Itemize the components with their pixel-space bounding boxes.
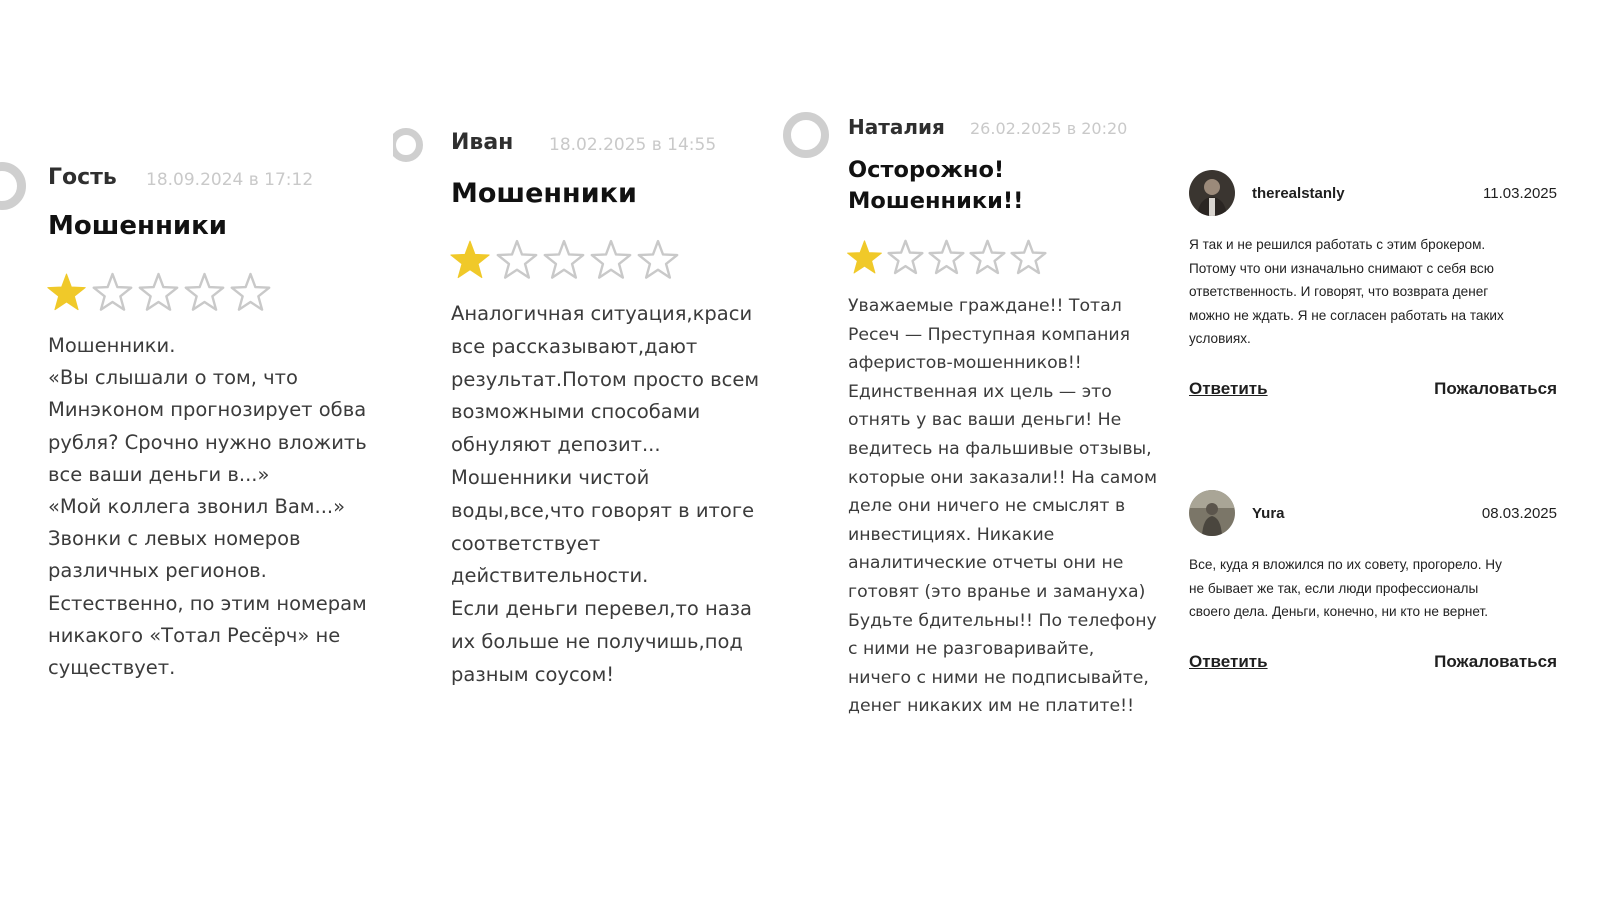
review-card-ivan: Иван 18.02.2025 в 14:55 Мошенники Аналог…	[393, 118, 783, 708]
star-filled-icon	[450, 240, 490, 279]
star-empty-icon	[496, 239, 538, 279]
comment-text-line: не бывает же так, если люди профессионал…	[1189, 580, 1479, 596]
review-author: Наталия	[848, 115, 945, 139]
review-body-line: деле они ничего не смыслят в	[848, 496, 1126, 517]
star-empty-icon	[230, 272, 271, 311]
comment-text: Все, куда я вложился по их совету, прого…	[1189, 553, 1502, 624]
review-body-line: «Вы слышали о том, что	[48, 366, 298, 390]
review-body-line: ведитесь на фальшивые отзывы,	[848, 438, 1152, 459]
star-empty-icon	[543, 239, 585, 279]
review-body-line: действительности.	[451, 564, 649, 588]
review-body-line: Мошенники.	[48, 334, 176, 357]
review-date: 18.02.2025 в 14:55	[549, 135, 717, 155]
comment-text: Я так и не решился работать с этим броке…	[1189, 233, 1504, 351]
avatar-placeholder-icon	[0, 162, 26, 210]
report-button[interactable]: Пожаловаться	[1434, 652, 1557, 672]
review-body-line: Аналогичная ситуация,краси	[451, 302, 753, 325]
comment-username[interactable]: Yura	[1252, 505, 1285, 522]
review-body-line: никакого «Тотал Ресёрч» не	[48, 623, 341, 647]
star-empty-icon	[969, 239, 1006, 275]
review-body-line: возможными способами	[451, 400, 701, 424]
review-title: Мошенники	[48, 211, 227, 241]
comment-date: 11.03.2025	[1483, 185, 1557, 202]
rating-stars	[449, 239, 679, 281]
comment-text-line: ответственность. И говорят, что возврата…	[1189, 284, 1489, 299]
review-body-line: их больше не получишь,под	[451, 629, 743, 653]
star-empty-icon	[590, 239, 632, 279]
review-body-line: денег никаких им не платите!!	[848, 696, 1135, 717]
review-body-line: все ваши деньги в...»	[48, 462, 270, 486]
star-empty-icon	[887, 239, 924, 275]
review-body-line: разным соусом!	[451, 662, 615, 686]
review-body-line: с ними не разговаривайте,	[848, 639, 1095, 660]
review-body-line: Ресеч — Преступная компания	[848, 324, 1130, 345]
rating-stars	[46, 272, 271, 313]
star-empty-icon	[1010, 239, 1047, 275]
avatar-placeholder-icon	[393, 128, 423, 162]
review-body-line: Если деньги перевел,то наза	[451, 597, 752, 621]
star-empty-icon	[92, 272, 133, 311]
user-avatar[interactable]	[1189, 490, 1235, 536]
review-body-line: существует.	[48, 656, 176, 680]
review-body-line: «Мой коллега звонил Вам...»	[48, 495, 346, 519]
review-body-line: которые они заказали!! На самом	[848, 467, 1158, 488]
comment-username[interactable]: therealstanly	[1252, 185, 1345, 202]
avatar-placeholder-icon	[783, 112, 829, 158]
review-body-line: аналитические отчеты они не	[848, 553, 1124, 574]
review-body-line: аферистов-мошенников!!	[848, 353, 1082, 374]
review-body-line: рубля? Срочно нужно вложить	[48, 430, 367, 454]
reply-button[interactable]: Ответить	[1189, 652, 1268, 672]
review-date: 18.09.2024 в 17:12	[146, 170, 314, 190]
review-body-line: результат.Потом просто всем	[451, 367, 760, 391]
comment-text-line: Я так и не решился работать с этим броке…	[1189, 237, 1486, 252]
comment-text-line: можно не ждать. Я не согласен работать н…	[1189, 307, 1504, 323]
review-body-line: Будьте бдительны!! По телефону	[848, 610, 1157, 631]
review-body-line: обнуляют депозит...	[451, 433, 661, 457]
review-body-line: все рассказывают,дают	[451, 334, 698, 358]
star-empty-icon	[138, 272, 179, 311]
rating-stars	[846, 239, 1047, 276]
review-body-line: соответствует	[451, 531, 601, 555]
review-body: Уважаемые граждане!! Тотал Ресеч — Престу…	[848, 292, 1157, 721]
review-body-line: Мошенники чистой	[451, 465, 650, 489]
review-card-guest: Гость 18.09.2024 в 17:12 Мошенники Мошен…	[0, 150, 393, 710]
star-empty-icon	[637, 239, 679, 279]
review-title: Осторожно! Мошенники!!	[848, 155, 1023, 217]
review-body-line: Естественно, по этим номерам	[48, 591, 367, 615]
star-empty-icon	[184, 272, 225, 311]
review-body: Аналогичная ситуация,краси все рассказыва…	[451, 298, 759, 692]
comment-text-line: условиях.	[1189, 331, 1251, 346]
review-body-line: воды,все,что говорят в итоге	[451, 498, 755, 522]
reply-button[interactable]: Ответить	[1189, 379, 1268, 399]
review-body-line: Минэконом прогнозирует обва	[48, 398, 367, 422]
star-filled-icon	[47, 273, 86, 311]
review-card-natalia: Наталия 26.02.2025 в 20:20 Осторожно! Мо…	[783, 100, 1176, 725]
review-body-line: Уважаемые граждане!! Тотал	[848, 296, 1122, 316]
review-body-line: ничего с ними не подписывайте,	[848, 667, 1149, 688]
review-author: Иван	[451, 130, 514, 155]
user-avatar[interactable]	[1189, 170, 1235, 216]
comment-text-line: своего дела. Деньги, конечно, ни кто не …	[1189, 604, 1489, 619]
comment-text-line: Потому что они изначально снимают с себя…	[1189, 260, 1494, 276]
review-body-line: готовят (это вранье и замануха)	[848, 581, 1146, 602]
review-date: 26.02.2025 в 20:20	[970, 119, 1128, 138]
review-title-line: Мошенники!!	[848, 188, 1024, 214]
review-body-line: различных регионов.	[48, 559, 267, 583]
report-button[interactable]: Пожаловаться	[1434, 379, 1557, 399]
comment-date: 08.03.2025	[1481, 505, 1557, 522]
review-body-line: Единственная их цель — это	[848, 381, 1112, 402]
comments-panel: therealstanly 11.03.2025 Я так и не реши…	[1189, 160, 1557, 700]
star-empty-icon	[928, 239, 965, 275]
review-author: Гость	[48, 165, 117, 190]
review-title-line: Осторожно!	[848, 157, 1005, 183]
review-body-line: отнять у вас ваши деньги! Не	[848, 410, 1122, 431]
review-body: Мошенники. «Вы слышали о том, что Минэконо…	[48, 330, 367, 684]
comment-text-line: Все, куда я вложился по их совету, прого…	[1189, 557, 1502, 572]
review-body-line: Звонки с левых номеров	[48, 527, 301, 551]
review-body-line: инвестициях. Никакие	[848, 524, 1055, 545]
star-filled-icon	[847, 240, 882, 274]
review-title: Мошенники	[451, 178, 637, 209]
